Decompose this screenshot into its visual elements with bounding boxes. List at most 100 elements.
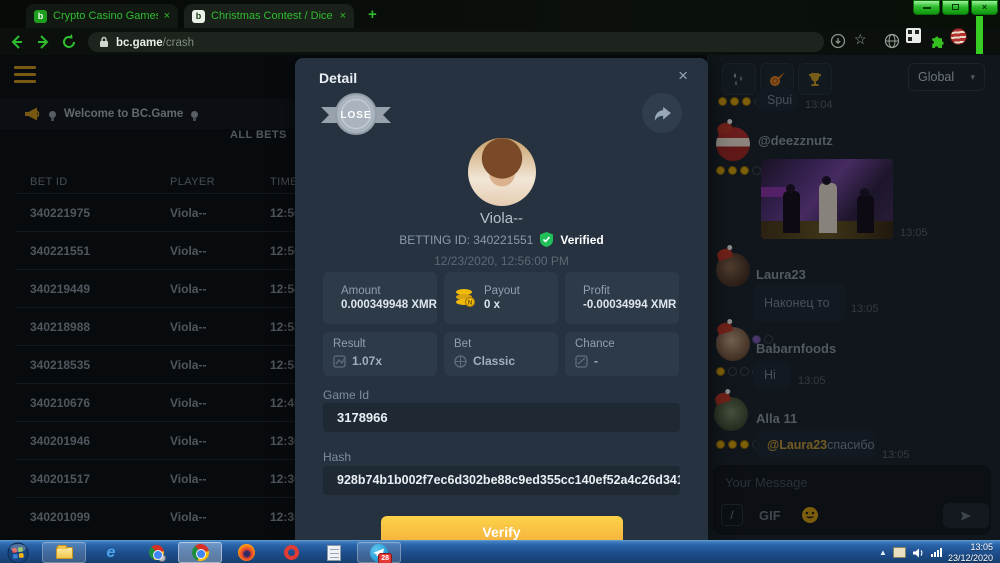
hash-field[interactable]: 928b74b1b002f7ec6d302be88c9ed355cc140ef5… bbox=[323, 466, 680, 495]
stats-row-2: Result 1.07x Bet Classic Chance - bbox=[323, 332, 680, 376]
taskbar-opera-button[interactable] bbox=[269, 542, 313, 563]
bcgame-page: Welcome to BC.Game ALL BETS BET ID PLAYE… bbox=[0, 55, 1000, 540]
stat-label: Chance bbox=[575, 338, 669, 350]
url-path: /crash bbox=[163, 37, 194, 49]
stat-label: Result bbox=[333, 338, 427, 350]
back-button[interactable] bbox=[8, 33, 26, 51]
notification-badge: 28 bbox=[378, 553, 392, 563]
stat-label: Profit bbox=[583, 285, 676, 297]
bet-detail-modal: Detail × LOSE Viola-- BETTING ID: 340221… bbox=[295, 58, 708, 540]
url-host: bc.game bbox=[116, 37, 163, 49]
tray-expand-icon[interactable]: ▲ bbox=[879, 548, 887, 557]
window-controls: × bbox=[913, 0, 998, 15]
clock-date: 23/12/2020 bbox=[948, 553, 993, 563]
chrome-icon bbox=[192, 544, 209, 561]
stat-value: 1.07x bbox=[352, 354, 382, 368]
gear-icon bbox=[158, 554, 166, 562]
taskbar-internet-explorer-button[interactable]: e bbox=[89, 542, 133, 563]
notepad-icon bbox=[327, 545, 341, 561]
bcgame-favicon-icon: b bbox=[192, 10, 205, 23]
minimize-button[interactable] bbox=[913, 0, 940, 15]
hash-label: Hash bbox=[323, 450, 351, 464]
verify-button[interactable]: Verify bbox=[381, 516, 623, 540]
stat-label: Bet bbox=[454, 338, 548, 350]
lose-badge: LOSE bbox=[321, 88, 391, 145]
stat-label: Payout bbox=[484, 285, 520, 297]
network-signal-icon[interactable] bbox=[931, 548, 942, 557]
internet-explorer-icon: e bbox=[107, 544, 116, 562]
windows-taskbar: e 28 ▲ 13:05 23/12/2020 bbox=[0, 540, 1000, 563]
extensions-puzzle-icon[interactable] bbox=[930, 33, 945, 53]
folder-icon bbox=[56, 547, 73, 559]
language-bar-icon[interactable] bbox=[893, 547, 906, 558]
graph-icon bbox=[333, 355, 346, 368]
browser-toolbar: bc.game/crash ☆ bbox=[0, 28, 1000, 55]
browser-tab-christmas-contest[interactable]: b Christmas Contest / Dice Roll Hu × bbox=[184, 4, 354, 28]
svg-text:LOSE: LOSE bbox=[340, 110, 371, 121]
taskbar-clock[interactable]: 13:05 23/12/2020 bbox=[948, 542, 996, 563]
taskbar-explorer-button[interactable] bbox=[42, 542, 86, 563]
tab-title: Christmas Contest / Dice Roll Hu bbox=[211, 10, 334, 22]
restore-button[interactable] bbox=[942, 0, 969, 15]
modal-close-icon[interactable]: × bbox=[678, 66, 688, 86]
address-bar[interactable]: bc.game/crash bbox=[88, 32, 824, 52]
chance-card: Chance - bbox=[565, 332, 679, 376]
tab-close-icon[interactable]: × bbox=[340, 10, 346, 22]
close-button[interactable]: × bbox=[971, 0, 998, 15]
chromium-icon bbox=[149, 545, 164, 560]
betting-id-row: BETTING ID: 340221551 Verified bbox=[295, 232, 708, 247]
volume-icon[interactable] bbox=[912, 547, 925, 559]
browser-tab-crypto-casino[interactable]: b Crypto Casino Games - The 16 B × bbox=[26, 4, 178, 28]
system-tray: ▲ 13:05 23/12/2020 bbox=[879, 541, 996, 563]
firefox-icon bbox=[238, 544, 255, 561]
tab-close-icon[interactable]: × bbox=[164, 10, 170, 22]
qr-extension-icon[interactable] bbox=[906, 28, 921, 43]
coins-stack-icon: N bbox=[454, 288, 476, 308]
new-tab-button[interactable]: + bbox=[368, 6, 377, 23]
betting-id: BETTING ID: 340221551 bbox=[399, 233, 533, 247]
verified-label: Verified bbox=[560, 233, 603, 247]
stat-value: 0 x bbox=[484, 299, 520, 311]
start-button[interactable] bbox=[6, 541, 29, 563]
telegram-icon: 28 bbox=[370, 544, 388, 562]
stat-value: 0.000349948 XMR bbox=[341, 299, 437, 311]
window-border-artifact bbox=[976, 16, 983, 54]
stat-value: - bbox=[594, 354, 598, 368]
stat-value: -0.00034994 XMR bbox=[583, 299, 676, 311]
taskbar-chrome-button[interactable] bbox=[178, 542, 222, 563]
stats-row-1: $ Amount0.000349948 XMR N Payout0 x $ Pr… bbox=[323, 272, 680, 324]
share-arrow-icon bbox=[652, 105, 672, 122]
taskbar-telegram-button[interactable]: 28 bbox=[357, 542, 401, 563]
globe-extension-icon[interactable] bbox=[884, 33, 900, 54]
amount-card: $ Amount0.000349948 XMR bbox=[323, 272, 437, 324]
lock-icon bbox=[99, 36, 109, 48]
player-username: Viola-- bbox=[295, 210, 708, 227]
browser-tabstrip: b Crypto Casino Games - The 16 B × b Chr… bbox=[0, 0, 1000, 28]
graph-icon bbox=[575, 355, 588, 368]
profit-card: $ Profit-0.00034994 XMR bbox=[565, 272, 679, 324]
bookmark-star-icon[interactable]: ☆ bbox=[854, 31, 867, 48]
windows-orb-icon bbox=[7, 542, 29, 563]
ball-icon bbox=[454, 355, 467, 368]
desktop-screen: b Crypto Casino Games - The 16 B × b Chr… bbox=[0, 0, 1000, 563]
taskbar-firefox-button[interactable] bbox=[224, 542, 268, 563]
taskbar-chromium-button[interactable] bbox=[134, 542, 178, 563]
tab-title: Crypto Casino Games - The 16 B bbox=[53, 10, 158, 22]
share-button[interactable] bbox=[642, 93, 682, 133]
game-id-field[interactable]: 3178966 bbox=[323, 403, 680, 432]
stat-label: Amount bbox=[341, 285, 437, 297]
verified-shield-icon bbox=[540, 232, 553, 247]
game-id-label: Game Id bbox=[323, 388, 369, 402]
browser-profile-avatar[interactable] bbox=[950, 28, 967, 45]
stat-value: Classic bbox=[473, 354, 515, 368]
player-avatar[interactable] bbox=[468, 138, 536, 206]
clock-time: 13:05 bbox=[970, 542, 993, 552]
reload-button[interactable] bbox=[60, 33, 78, 51]
bet-timestamp: 12/23/2020, 12:56:00 PM bbox=[295, 254, 708, 268]
svg-text:N: N bbox=[468, 301, 472, 307]
bcgame-favicon-icon: b bbox=[34, 10, 47, 23]
install-icon[interactable] bbox=[830, 33, 846, 54]
forward-button[interactable] bbox=[34, 33, 52, 51]
taskbar-notepad-button[interactable] bbox=[312, 542, 356, 563]
modal-title: Detail bbox=[319, 70, 357, 86]
